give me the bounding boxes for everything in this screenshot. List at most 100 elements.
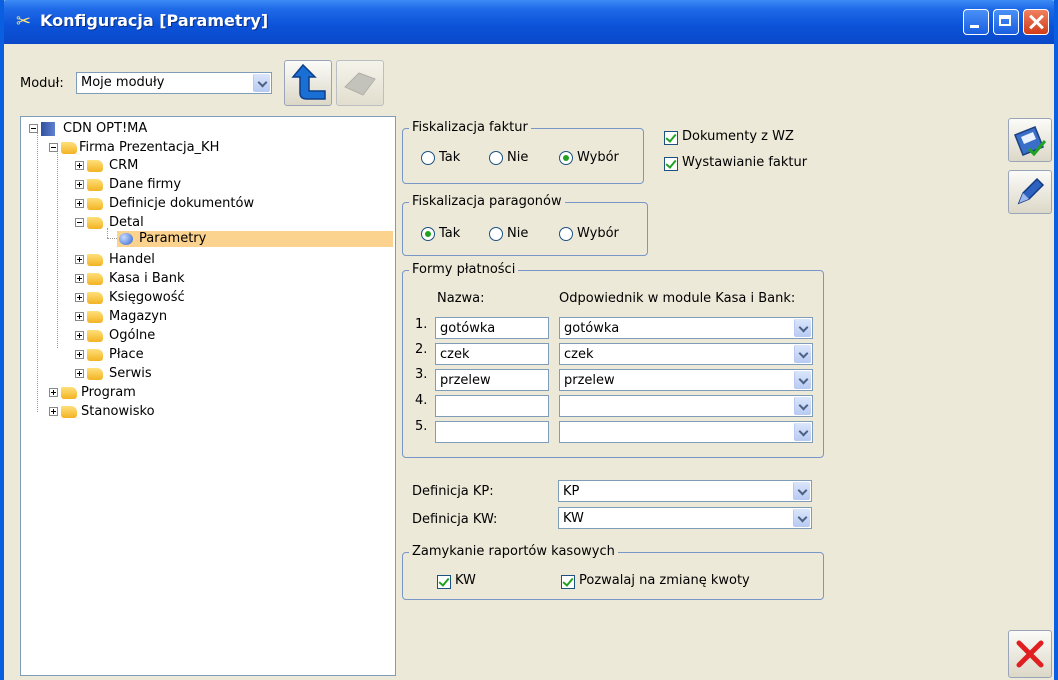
collapse-icon[interactable] [29,124,38,133]
payment-name-input[interactable]: czek [435,343,549,365]
tree-item-label: Serwis [109,366,152,381]
module-tree[interactable]: CDN OPT!MA Firma Prezentacja_KH CRM Dane… [20,116,396,676]
cancel-button[interactable] [1008,630,1052,678]
tree-item-label: Handel [109,252,155,267]
close-window-button[interactable] [1023,9,1049,35]
field-value: czek [564,347,594,362]
payment-match-select[interactable]: czek [559,343,813,365]
chevron-down-icon[interactable] [794,345,811,363]
checkbox-pozwalaj-zmiane[interactable] [561,575,575,589]
tree-item-label: CRM [109,158,139,173]
checkbox-wystawianie-faktur[interactable] [664,157,678,171]
field-value: KP [563,484,580,499]
chevron-down-icon[interactable] [793,509,810,527]
modul-select-value: Moje moduły [81,75,165,90]
collapse-icon[interactable] [49,143,58,152]
field-value: gotówka [440,321,496,336]
definicja-kp-select[interactable]: KP [558,480,812,502]
folder-icon [87,349,103,361]
radio-label: Nie [507,226,529,241]
expand-icon[interactable] [75,199,84,208]
tree-line [107,238,117,239]
column-header-match: Odpowiednik w module Kasa i Bank: [559,291,796,306]
payment-match-select[interactable] [559,421,813,443]
tree-line [107,228,108,238]
config-window: ✂ Konfiguracja [Parametry] Moduł: Moje m… [0,0,1058,680]
tree-item-label: Magazyn [109,309,168,324]
field-value: czek [440,347,470,362]
radio-paragonow-nie[interactable] [489,227,503,241]
radio-label: Wybór [577,226,619,241]
payment-name-input[interactable]: gotówka [435,317,549,339]
group-legend: Fiskalizacja faktur [409,120,531,135]
folder-icon [61,406,77,418]
folder-icon [87,368,103,380]
payment-name-input[interactable] [435,421,549,443]
radio-label: Wybór [577,150,619,165]
payment-match-select[interactable]: gotówka [559,317,813,339]
expand-icon[interactable] [75,255,84,264]
payment-match-select[interactable]: przelew [559,369,813,391]
chevron-down-icon[interactable] [794,397,811,415]
tree-item-label: Dane firmy [109,177,182,192]
expand-icon[interactable] [75,180,84,189]
window-title: Konfiguracja [Parametry] [40,11,269,30]
row-number: 5. [415,419,428,434]
checkbox-dokumenty-z-wz[interactable] [664,131,678,145]
payment-match-select[interactable] [559,395,813,417]
folder-icon [87,330,103,342]
tree-item-label: CDN OPT!MA [63,121,148,136]
checkbox-kw[interactable] [437,575,451,589]
expand-icon[interactable] [75,331,84,340]
tree-item-label: Kasa i Bank [109,271,185,286]
expand-icon[interactable] [75,161,84,170]
tree-item-label: Program [81,385,136,400]
expand-icon[interactable] [75,369,84,378]
radio-paragonow-wybor[interactable] [559,227,573,241]
expand-icon[interactable] [75,274,84,283]
tree-item-label: Definicje dokumentów [109,196,255,211]
folder-icon [87,292,103,304]
checkbox-label: Pozwalaj na zmianę kwoty [579,573,750,588]
chevron-down-icon[interactable] [794,319,811,337]
checkbox-label: Wystawianie faktur [682,155,808,170]
radio-faktur-tak[interactable] [421,151,435,165]
group-legend: Fiskalizacja paragonów [409,194,565,209]
radio-faktur-wybor[interactable] [559,151,573,165]
modul-select[interactable]: Moje moduły [76,72,272,94]
expand-icon[interactable] [75,312,84,321]
row-number: 1. [415,317,428,332]
definicja-kw-select[interactable]: KW [558,507,812,529]
minimize-button[interactable] [963,9,989,35]
chevron-down-icon[interactable] [793,482,810,500]
group-legend: Formy płatności [409,262,519,277]
back-button[interactable] [284,60,332,106]
chevron-down-icon[interactable] [794,371,811,389]
save-button[interactable] [1008,118,1052,162]
formy-platnosci-group: Formy płatności Nazwa: Odpowiednik w mod… [402,262,824,458]
expand-icon[interactable] [75,293,84,302]
row-number: 2. [415,342,428,357]
payment-name-input[interactable] [435,395,549,417]
back-arrow-icon [291,63,326,100]
collapse-icon[interactable] [75,218,84,227]
tree-item-parametry[interactable]: Parametry [117,231,393,247]
chevron-down-icon[interactable] [794,423,811,441]
radio-paragonow-tak[interactable] [421,227,435,241]
maximize-button[interactable] [993,9,1019,35]
tree-line [37,132,38,412]
payment-name-input[interactable]: przelew [435,369,549,391]
expand-icon[interactable] [75,350,84,359]
title-bar[interactable]: ✂ Konfiguracja [Parametry] [4,0,1054,44]
folder-icon [87,254,103,266]
radio-faktur-nie[interactable] [489,151,503,165]
folder-icon [87,160,103,172]
folder-icon [87,198,103,210]
expand-icon[interactable] [49,407,58,416]
chevron-down-icon[interactable] [253,74,270,92]
expand-icon[interactable] [49,388,58,397]
forward-button[interactable] [336,60,384,106]
folder-icon [61,387,77,399]
edit-button[interactable] [1008,170,1052,214]
tree-item-label: Stanowisko [81,404,155,419]
